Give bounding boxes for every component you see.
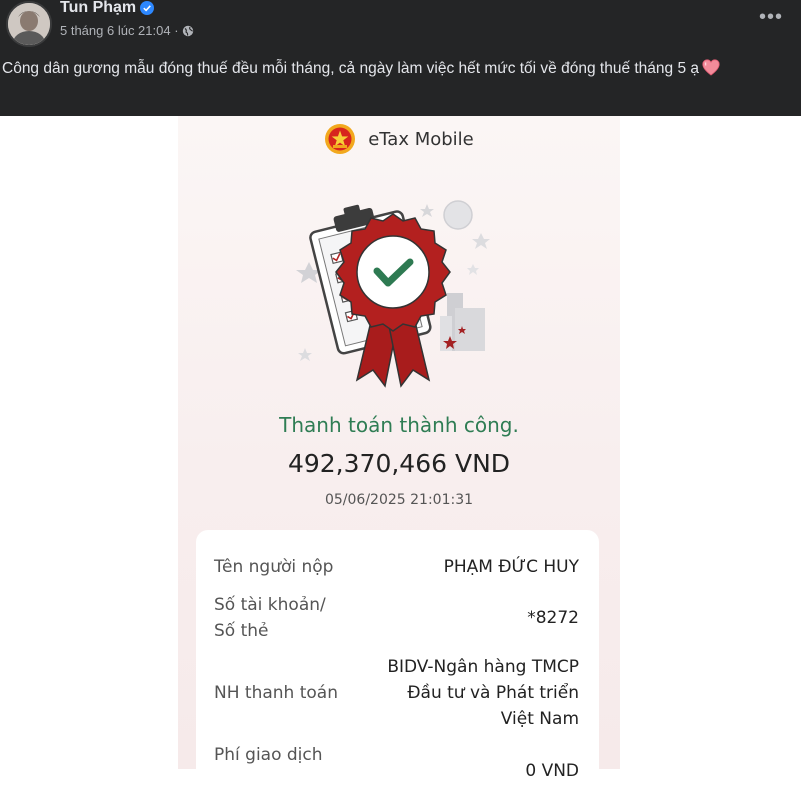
- payment-success-ribbon-icon: [296, 200, 490, 388]
- detail-label: Số tài khoản/ Số thẻ: [214, 595, 326, 641]
- detail-row-bank: NH thanh toán BIDV-Ngân hàng TMCP Đầu tư…: [214, 654, 579, 732]
- post-text-container: Công dân gương mẫu đóng thuế đều mỗi thá…: [2, 56, 797, 81]
- author-name[interactable]: Tun Phạm: [60, 0, 136, 17]
- detail-row-payer: Tên người nộp PHẠM ĐỨC HUY: [214, 554, 579, 580]
- payment-amount: 492,370,466 VND: [287, 449, 511, 478]
- detail-row-account: Số tài khoản/ Số thẻ *8272: [214, 592, 579, 644]
- more-options-icon[interactable]: •••: [759, 6, 783, 29]
- avatar[interactable]: [6, 1, 52, 47]
- detail-row-fee: Phí giao dịch 0 VND: [214, 742, 579, 790]
- post-text: Công dân gương mẫu đóng thuế đều mỗi thá…: [2, 60, 700, 77]
- verified-badge-icon: [140, 1, 155, 15]
- heart-emoji-icon: [702, 59, 720, 76]
- detail-value: PHẠM ĐỨC HUY: [443, 557, 579, 577]
- globe-icon: [182, 25, 193, 36]
- avatar-photo-icon: [8, 3, 50, 45]
- post-meta: 5 tháng 6 lúc 21:04 ·: [60, 23, 194, 38]
- payment-status: Thanh toán thành công.: [279, 413, 519, 437]
- detail-label: Phí giao dịch: [214, 745, 323, 765]
- detail-value: *8272: [527, 608, 579, 628]
- transaction-details-card: Tên người nộp PHẠM ĐỨC HUY Số tài khoản/…: [196, 530, 599, 790]
- detail-value: BIDV-Ngân hàng TMCP Đầu tư và Phát triển…: [387, 657, 579, 729]
- detail-value: 0 VND: [525, 761, 579, 781]
- payment-datetime: 05/06/2025 21:01:31: [324, 492, 474, 508]
- author-name-row: Tun Phạm: [60, 0, 155, 17]
- detail-label: NH thanh toán: [214, 683, 338, 703]
- post-timestamp[interactable]: 5 tháng 6 lúc 21:04 ·: [60, 23, 179, 38]
- facebook-post-header: Tun Phạm 5 tháng 6 lúc 21:04 · ••• Công …: [0, 0, 801, 116]
- etax-screenshot[interactable]: eTax Mobile Thanh toán thành công. 492,3…: [178, 116, 620, 790]
- app-name: eTax Mobile: [368, 128, 474, 150]
- etax-header: eTax Mobile: [178, 123, 620, 155]
- detail-label: Tên người nộp: [214, 557, 334, 577]
- etax-emblem-icon: [325, 124, 356, 154]
